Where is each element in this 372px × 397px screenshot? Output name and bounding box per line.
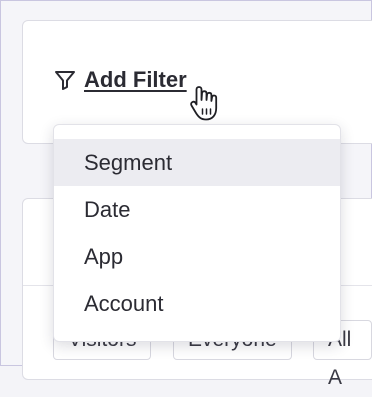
add-filter-button[interactable]: Add Filter <box>54 66 187 94</box>
menu-item-segment[interactable]: Segment <box>54 139 340 186</box>
menu-item-date[interactable]: Date <box>54 186 340 233</box>
menu-item-account[interactable]: Account <box>54 280 340 327</box>
menu-item-app[interactable]: App <box>54 233 340 280</box>
filter-dropdown-menu: Segment Date App Account <box>53 124 341 342</box>
hand-pointer-icon <box>188 84 222 124</box>
funnel-icon <box>54 69 76 91</box>
add-filter-label: Add Filter <box>84 67 187 92</box>
